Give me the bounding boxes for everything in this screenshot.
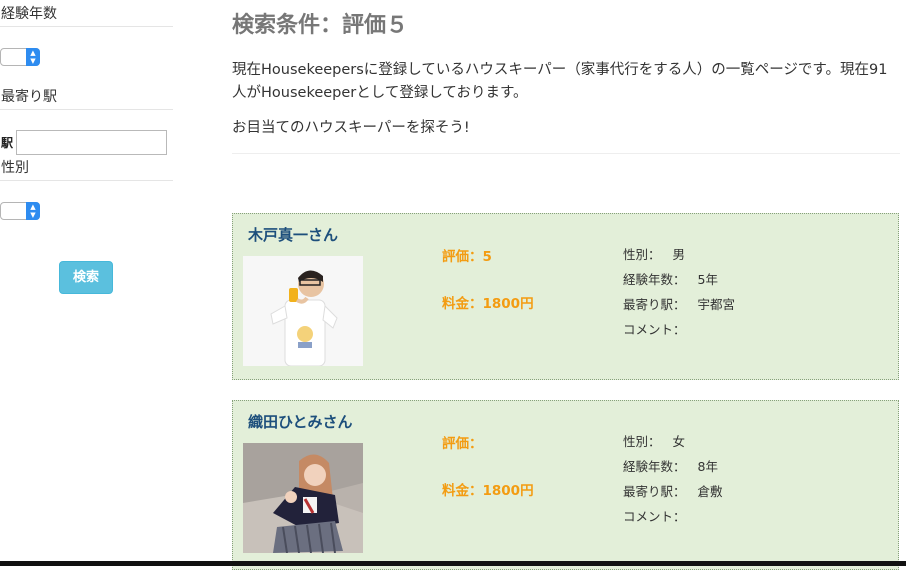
keeper-rating: 評価：5	[442, 249, 492, 265]
gender-value: 女	[672, 434, 686, 449]
gender-key: 性別：	[623, 247, 661, 262]
keeper-price: 料金：1800円	[442, 483, 534, 499]
select-arrows-icon: ▲ ▼	[26, 202, 40, 220]
experience-select[interactable]: ▲ ▼	[0, 48, 40, 66]
station-key: 最寄り駅：	[623, 484, 686, 499]
station-row: 最寄り駅： 倉敷	[623, 479, 723, 504]
station-input[interactable]	[16, 130, 167, 155]
gender-key: 性別：	[623, 434, 661, 449]
station-field-label: 駅	[1, 136, 14, 150]
keeper-photo[interactable]	[243, 443, 363, 553]
experience-value: 8年	[697, 459, 718, 474]
gender-row: 性別： 男	[623, 242, 735, 267]
experience-key: 経験年数：	[623, 459, 686, 474]
keeper-price: 料金：1800円	[442, 296, 534, 312]
experience-key: 経験年数：	[623, 272, 686, 287]
main-content: 検索条件：評価５ 現在Housekeepersに登録しているハウスキーパー（家事…	[232, 0, 902, 154]
station-value: 倉敷	[697, 484, 723, 499]
gender-value: 男	[672, 247, 686, 262]
keeper-details: 性別： 女 経験年数： 8年 最寄り駅： 倉敷 コメント：	[623, 429, 723, 529]
keeper-name[interactable]: 織田ひとみさん	[248, 411, 353, 432]
divider	[232, 153, 900, 154]
woman-photo	[243, 443, 363, 553]
tagline: お目当てのハウスキーパーを探そう!	[232, 120, 470, 136]
page-title: 検索条件：評価５	[232, 13, 409, 38]
intro-text: 現在Housekeepersに登録しているハウスキーパー（家事代行をする人）の一…	[232, 62, 888, 101]
keeper-card[interactable]: 織田ひとみさん 評価： 料金：1800円 性別： 女 経験年数： 8年 最寄り駅： 倉…	[232, 400, 899, 570]
search-button[interactable]: 検索	[59, 261, 113, 294]
comment-key: コメント：	[623, 509, 686, 524]
comment-row: コメント：	[623, 504, 723, 529]
experience-value: 5年	[697, 272, 718, 287]
keeper-rating: 評価：	[442, 436, 483, 452]
select-arrows-icon: ▲ ▼	[26, 48, 40, 66]
gender-select[interactable]: ▲ ▼	[0, 202, 40, 220]
experience-row: 経験年数： 8年	[623, 454, 723, 479]
man-drinking-photo	[243, 256, 363, 366]
station-row: 最寄り駅： 宇都宮	[623, 292, 735, 317]
gender-label: 性別	[0, 156, 173, 181]
keeper-name[interactable]: 木戸真一さん	[248, 224, 338, 245]
comment-key: コメント：	[623, 322, 686, 337]
station-row: 駅	[1, 130, 167, 155]
station-label: 最寄り駅	[0, 85, 173, 110]
station-value: 宇都宮	[697, 297, 736, 312]
window-bottom-edge	[0, 561, 906, 566]
keeper-card[interactable]: 木戸真一さん 評価：5 料金：1800円 性別： 男 経験年数： 5年 最寄り駅： 宇…	[232, 213, 899, 380]
comment-row: コメント：	[623, 317, 735, 342]
keeper-details: 性別： 男 経験年数： 5年 最寄り駅： 宇都宮 コメント：	[623, 242, 735, 342]
station-key: 最寄り駅：	[623, 297, 686, 312]
experience-row: 経験年数： 5年	[623, 267, 735, 292]
gender-row: 性別： 女	[623, 429, 723, 454]
keeper-photo[interactable]	[243, 256, 363, 366]
experience-label: 経験年数	[0, 2, 173, 27]
